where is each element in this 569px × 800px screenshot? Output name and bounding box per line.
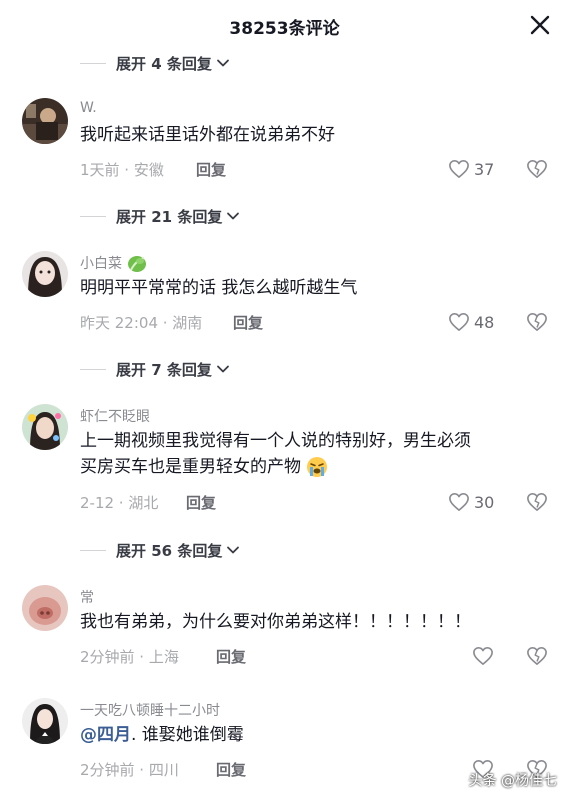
like-button[interactable]: 30	[448, 492, 494, 512]
comment-text: 我听起来话里话外都在说弟弟不好	[80, 125, 335, 145]
dislike-icon[interactable]	[526, 492, 548, 512]
reply-button[interactable]: 回复	[186, 492, 216, 513]
like-count: 30	[474, 492, 495, 512]
chevron-down-icon	[216, 365, 229, 373]
comment-username[interactable]: 虾仁不眨眼	[80, 406, 150, 426]
avatar[interactable]	[22, 585, 68, 631]
comment-meta: 2分钟前 · 四川	[80, 761, 179, 779]
chevron-down-icon	[216, 59, 229, 67]
comment-text-content: . 谁娶她谁倒霉	[131, 725, 244, 745]
reply-button[interactable]: 回复	[216, 646, 246, 667]
comment-text: 我也有弟弟，为什么要对你弟弟这样！！！！！！！	[80, 612, 471, 632]
watermark: 头条 @杨佳七	[468, 773, 557, 789]
like-count: 37	[474, 159, 495, 179]
expand-replies-button[interactable]: 展开 7 条回复	[80, 357, 230, 381]
avatar[interactable]	[22, 698, 68, 744]
comment-text: 上一期视频里我觉得有一个人说的特别好，男生必须 买房买车也是重男轻女的产物	[80, 428, 550, 480]
cabbage-icon	[128, 256, 147, 272]
expand-replies-button[interactable]: 展开 56 条回复	[80, 538, 240, 562]
divider	[80, 62, 106, 64]
comment-text-line: 买房买车也是重男轻女的产物	[80, 454, 550, 480]
like-count: 48	[474, 312, 495, 332]
comment-username[interactable]: 一天吃八顿睡十二小时	[80, 700, 220, 720]
comment-meta: 1天前 · 安徽	[80, 161, 164, 179]
expand-replies-button[interactable]: 展开 4 条回复	[80, 51, 230, 75]
crying-face-icon	[307, 457, 328, 477]
dislike-icon[interactable]	[526, 646, 548, 666]
username-text: 小白菜	[80, 256, 122, 272]
like-button[interactable]	[472, 646, 494, 666]
reply-button[interactable]: 回复	[233, 312, 263, 333]
like-button[interactable]: 37	[448, 159, 494, 179]
expand-replies-label: 展开 21 条回复	[116, 207, 223, 226]
comment-text: 明明平平常常的话 我怎么越听越生气	[80, 278, 358, 298]
expand-replies-label: 展开 56 条回复	[116, 541, 223, 560]
comment-text-line: 上一期视频里我觉得有一个人说的特别好，男生必须	[80, 431, 471, 451]
comment-text-line-content: 买房买车也是重男轻女的产物	[80, 457, 301, 477]
reply-button[interactable]: 回复	[216, 759, 246, 780]
reply-button[interactable]: 回复	[196, 159, 226, 180]
dislike-icon[interactable]	[526, 159, 548, 179]
avatar[interactable]	[22, 404, 68, 450]
comment-username[interactable]: 常	[80, 587, 94, 607]
comments-header: 38253条评论	[0, 0, 569, 52]
dislike-icon[interactable]	[526, 312, 548, 332]
divider	[80, 368, 106, 370]
divider	[80, 549, 106, 551]
comment-meta: 2-12 · 湖北	[80, 494, 159, 512]
close-icon[interactable]	[529, 14, 551, 36]
mention-link[interactable]: @四月	[80, 725, 131, 745]
comment-text: @四月. 谁娶她谁倒霉	[80, 722, 550, 748]
comment-meta: 昨天 22:04 · 湖南	[80, 314, 203, 332]
avatar[interactable]	[22, 98, 68, 144]
chevron-down-icon	[227, 212, 240, 220]
comment-meta: 2分钟前 · 上海	[80, 648, 179, 666]
expand-replies-label: 展开 7 条回复	[116, 360, 212, 379]
comment-username[interactable]: W.	[80, 100, 97, 116]
expand-replies-label: 展开 4 条回复	[116, 54, 212, 73]
chevron-down-icon	[227, 546, 240, 554]
heart-icon	[473, 647, 493, 665]
divider	[80, 215, 106, 217]
comment-count-title: 38253条评论	[229, 19, 340, 39]
heart-icon	[449, 493, 469, 511]
expand-replies-button[interactable]: 展开 21 条回复	[80, 204, 240, 228]
avatar[interactable]	[22, 251, 68, 297]
heart-icon	[449, 313, 469, 331]
comment-username[interactable]: 小白菜	[80, 253, 148, 274]
like-button[interactable]: 48	[448, 312, 494, 332]
heart-icon	[449, 160, 469, 178]
